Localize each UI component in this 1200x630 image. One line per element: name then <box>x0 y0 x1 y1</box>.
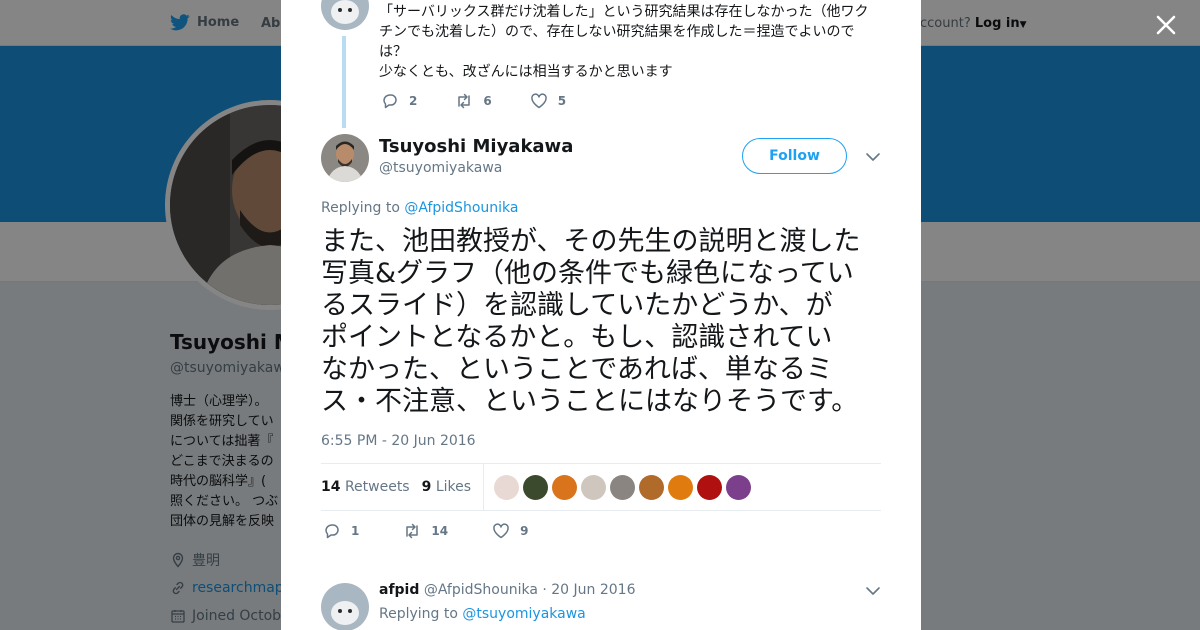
thread-connector <box>342 36 346 128</box>
like-count: 9 <box>520 524 529 538</box>
liker-avatar[interactable] <box>552 474 578 500</box>
replying-to-link[interactable]: @AfpidShounika <box>404 200 518 216</box>
tweet-text-line: なかった、ということであれば、単なるミ <box>321 354 833 385</box>
reply-tweet-avatar[interactable] <box>321 583 369 630</box>
tweet-permalink-modal: 「サーバリックス群だけ沈着した」という研究結果は存在しなかった（他ワク チンでも… <box>281 0 921 630</box>
retweets-stat[interactable]: 14 Retweets <box>321 479 410 495</box>
like-button[interactable]: 5 <box>530 92 566 110</box>
replying-to-link[interactable]: @tsuyomiyakawa <box>462 606 585 622</box>
heart-icon <box>493 523 509 539</box>
likes-stat-count: 9 <box>421 479 432 495</box>
main-tweet-actions: 1 14 9 <box>323 522 572 540</box>
avatar-image <box>321 134 369 182</box>
follow-button[interactable]: Follow <box>742 138 847 174</box>
reply-icon <box>325 524 339 539</box>
retweet-icon <box>458 93 471 109</box>
author-handle[interactable]: @tsuyomiyakawa <box>379 160 502 176</box>
main-tweet-avatar[interactable] <box>321 134 369 182</box>
prev-tweet-line: は？ <box>379 44 407 60</box>
prev-tweet-avatar[interactable] <box>321 0 369 30</box>
replying-prefix: Replying to <box>321 200 405 216</box>
heart-icon <box>530 93 547 109</box>
liker-avatar[interactable] <box>494 474 520 500</box>
retweet-count: 14 <box>431 524 449 538</box>
retweet-count: 6 <box>483 94 492 108</box>
prev-tweet-actions: 2 6 5 <box>381 92 604 110</box>
chevron-down-icon[interactable] <box>865 150 881 164</box>
reply-tweet-date[interactable]: · 20 Jun 2016 <box>542 582 635 598</box>
prev-tweet-line: 「サーバリックス群だけ沈着した」という研究結果は存在しなかった（他ワク <box>379 4 869 20</box>
liker-avatars <box>494 474 755 500</box>
liker-avatar[interactable] <box>726 474 752 500</box>
liker-avatar[interactable] <box>697 474 723 500</box>
likes-stat[interactable]: 9 Likes <box>422 479 471 495</box>
reply-author-handle[interactable]: @AfpidShounika <box>424 582 538 598</box>
reply-icon <box>383 94 397 109</box>
like-button[interactable]: 9 <box>492 522 528 540</box>
retweets-stat-count: 14 <box>321 479 341 495</box>
liker-avatar[interactable] <box>668 474 694 500</box>
reply-count: 2 <box>409 94 418 108</box>
tweet-text-line: ス・不注意、ということにはなりそうです。 <box>321 386 859 417</box>
stats-divider <box>483 463 485 511</box>
liker-avatar[interactable] <box>639 474 665 500</box>
tweet-text-line: また、池田教授が、その先生の説明と渡した <box>321 226 861 257</box>
retweet-icon <box>406 523 419 539</box>
reply-replying-to: Replying to @tsuyomiyakawa <box>379 606 586 622</box>
tweet-timestamp[interactable]: 6:55 PM - 20 Jun 2016 <box>321 433 476 449</box>
like-count: 5 <box>557 94 567 108</box>
reply-button[interactable]: 2 <box>381 92 417 110</box>
tweet-text: また、池田教授が、その先生の説明と渡した 写真&グラフ（他の条件でも緑色になって… <box>321 226 886 418</box>
liker-avatar[interactable] <box>523 474 549 500</box>
tweet-text-line: 写真&グラフ（他の条件でも緑色になってい <box>321 258 854 289</box>
reply-button[interactable]: 1 <box>323 522 359 540</box>
author-name[interactable]: Tsuyoshi Miyakawa <box>379 136 573 157</box>
replying-prefix: Replying to <box>379 606 463 622</box>
liker-avatar[interactable] <box>581 474 607 500</box>
prev-tweet-text: 「サーバリックス群だけ沈着した」という研究結果は存在しなかった（他ワク チンでも… <box>379 2 879 82</box>
prev-tweet-line: チンでも沈着した）ので、存在しない研究結果を作成した＝捏造でよいので <box>379 24 855 40</box>
avatar-image <box>321 0 369 30</box>
replying-to: Replying to @AfpidShounika <box>321 200 518 216</box>
retweets-stat-label: Retweets <box>344 479 410 495</box>
prev-tweet-line: 少なくとも、改ざんには相当するかと思います <box>379 64 673 80</box>
retweet-button[interactable]: 6 <box>455 92 492 110</box>
liker-avatar[interactable] <box>610 474 636 500</box>
tweet-stats: 14 Retweets 9 Likes <box>321 463 881 511</box>
tweet-text-line: るスライド）を認識していたかどうか、が <box>321 290 833 321</box>
avatar-image <box>321 583 369 630</box>
tweet-text-line: ポイントとなるかと。もし、認識されてい <box>321 322 833 353</box>
retweet-button[interactable]: 14 <box>403 522 448 540</box>
close-icon[interactable] <box>1153 12 1179 38</box>
chevron-down-icon[interactable] <box>865 584 881 598</box>
reply-count: 1 <box>351 524 360 538</box>
reply-tweet-header: afpid @AfpidShounika · 20 Jun 2016 <box>379 582 636 598</box>
reply-author-name[interactable]: afpid <box>379 582 419 598</box>
likes-stat-label: Likes <box>435 479 472 495</box>
